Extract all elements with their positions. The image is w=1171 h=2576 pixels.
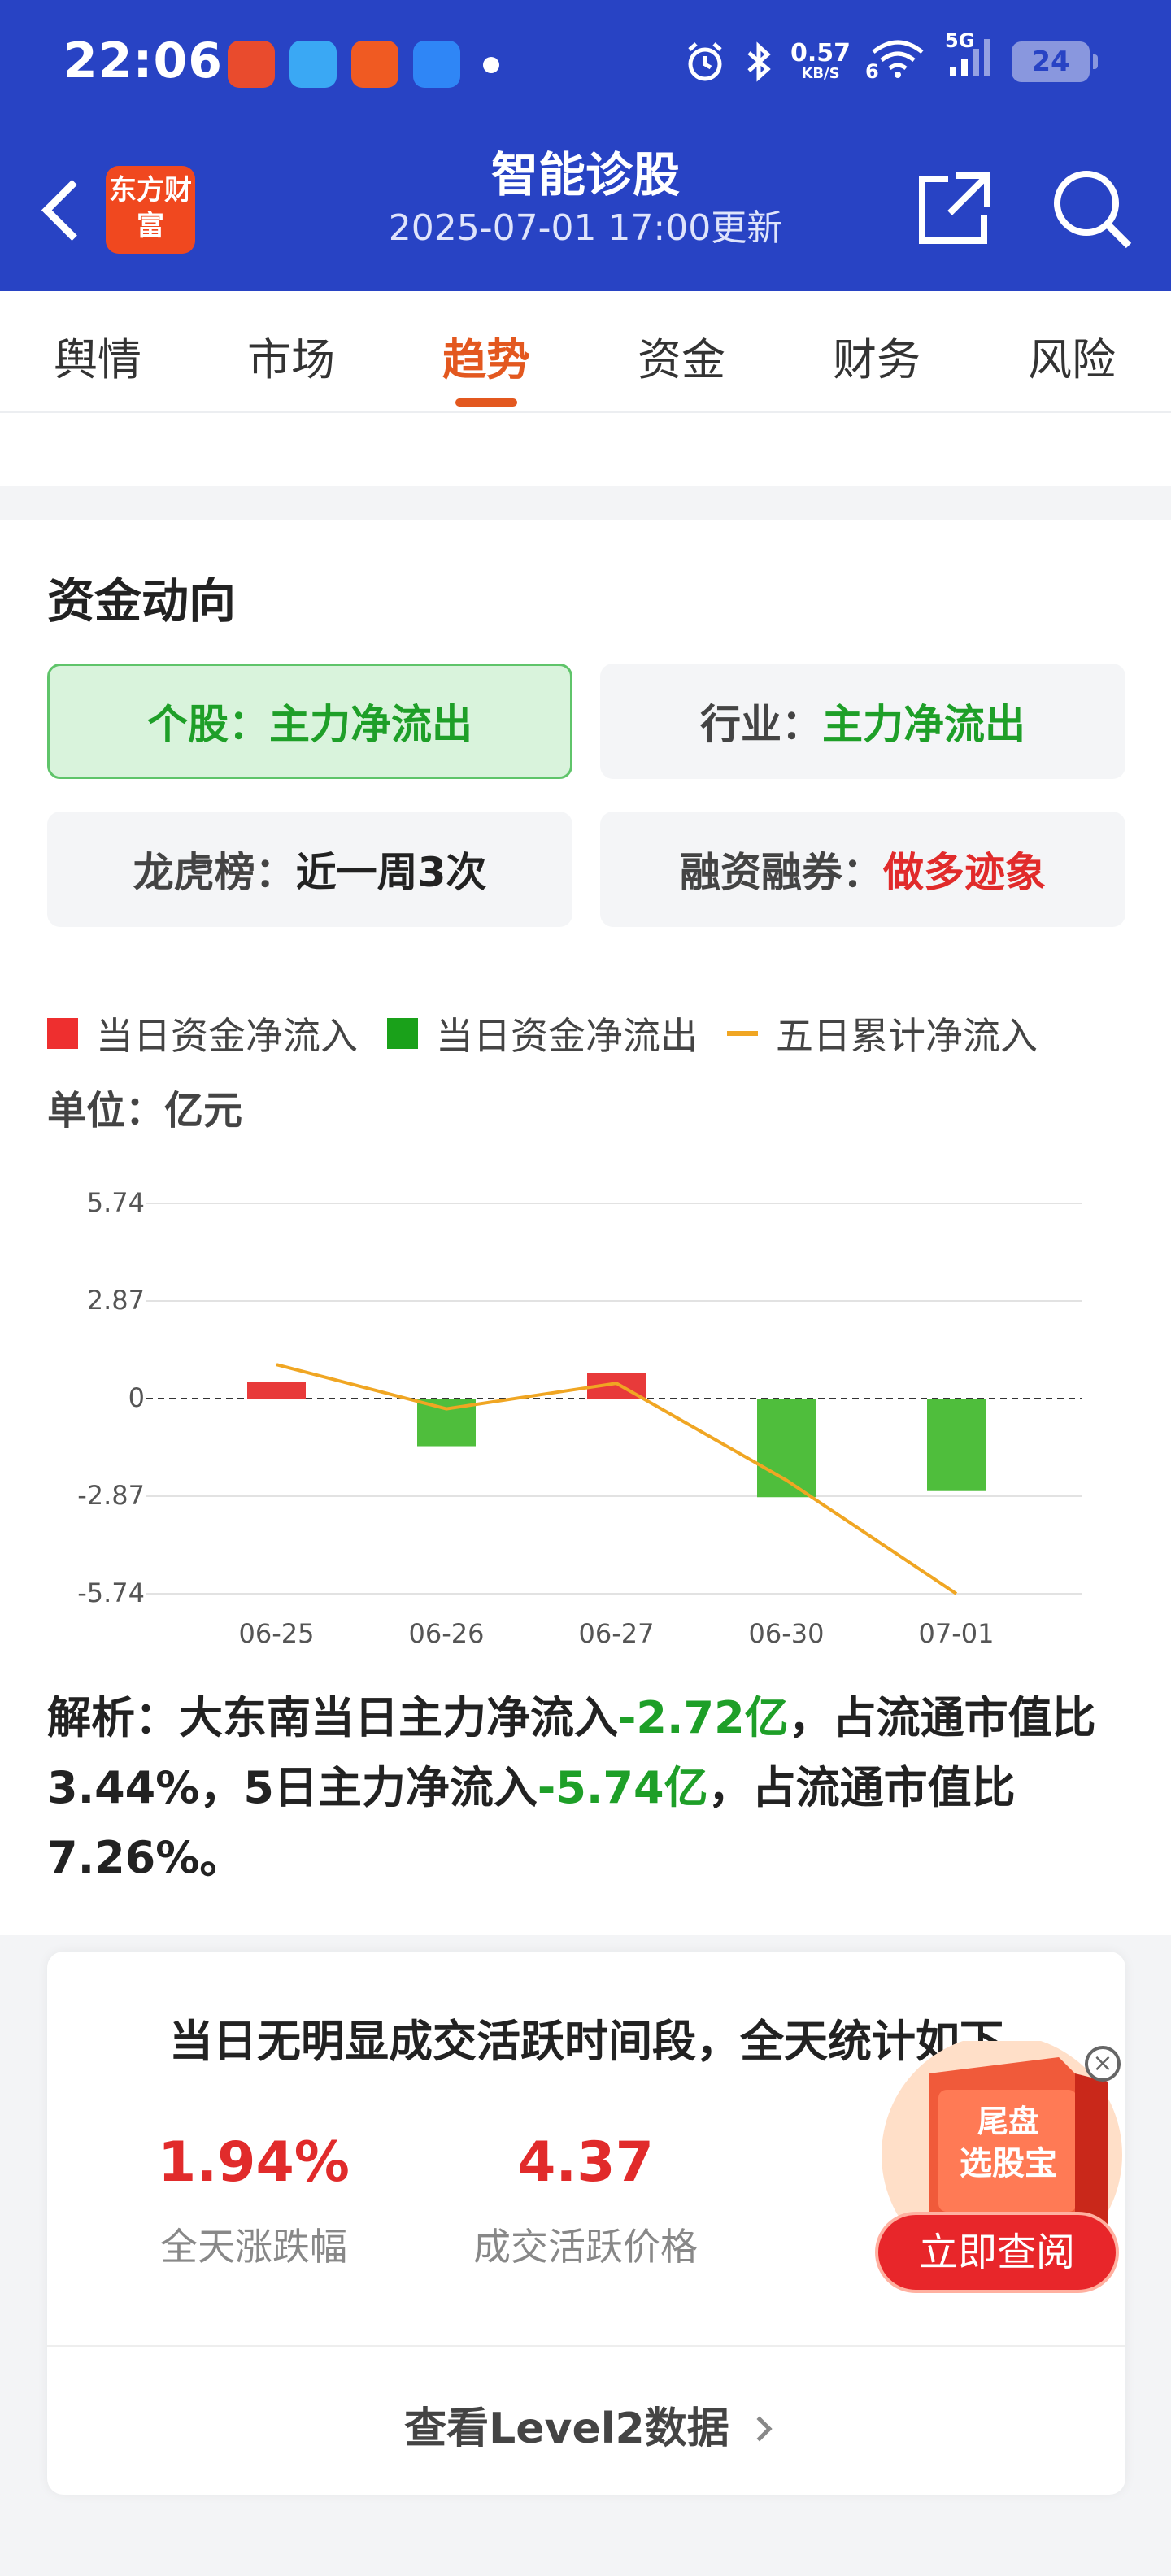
cell-signal: 5G (945, 29, 994, 88)
divider (47, 2345, 1125, 2347)
legend-cumulative-swatch (727, 1031, 758, 1036)
battery-indicator: 24 (1012, 41, 1098, 82)
stat-change: 1.94% 全天涨跌幅 (107, 2130, 400, 2271)
more-notifications-icon (483, 57, 499, 73)
legend-cumulative-label: 五日累计净流入 (776, 1014, 1038, 1058)
share-icon[interactable] (911, 168, 995, 252)
stock-flow-label: 个股： (147, 701, 269, 748)
app-header: 东方财富 智能诊股 2025-07-01 17:00更新 (0, 130, 1171, 291)
dragon-tiger-value: 近一周3次 (295, 849, 487, 896)
app-notification-icon (228, 41, 275, 88)
weather-icon (289, 41, 337, 88)
network-speed-value: 0.57 (790, 39, 851, 67)
news-app-icon (351, 41, 398, 88)
legend-outflow-swatch (387, 1018, 418, 1049)
level2-data-link[interactable]: 查看Level2数据 (47, 2394, 1125, 2455)
analysis-daily-flow: -2.72亿 (618, 1692, 789, 1743)
level2-link-label: 查看Level2数据 (404, 2404, 729, 2453)
stat-change-value: 1.94% (158, 2130, 350, 2195)
page-title: 智能诊股 (490, 147, 680, 202)
status-time: 22:06 (63, 33, 223, 89)
x-tick-label: 07-01 (919, 1618, 995, 1649)
y-tick-label: -5.74 (77, 1577, 145, 1608)
margin-trading-value: 做多迹象 (883, 849, 1046, 896)
previous-section-edge (0, 413, 1171, 486)
legend-outflow: 当日资金净流出 (387, 1007, 698, 1060)
tab-capital[interactable]: 资金 (600, 324, 763, 388)
bluetooth-icon (747, 41, 771, 82)
y-tick-label: 5.74 (87, 1187, 145, 1218)
promo-line2: 选股宝 (960, 2145, 1057, 2182)
legend-inflow: 当日资金净流入 (47, 1007, 358, 1060)
industry-flow-pill[interactable]: 行业： 主力净流出 (600, 664, 1125, 779)
bar-06-25 (247, 1382, 306, 1399)
y-tick-label: 2.87 (87, 1285, 145, 1316)
tab-finance[interactable]: 财务 (795, 324, 958, 388)
page-bottom (0, 2561, 1171, 2576)
wifi-indicator: 6 (865, 36, 927, 88)
network-speed: 0.57 KB/S (790, 41, 851, 82)
active-tab-indicator (455, 398, 517, 407)
margin-trading-pill[interactable]: 融资融券： 做多迹象 (600, 812, 1125, 927)
tab-sentiment[interactable]: 舆情 (16, 324, 179, 388)
y-tick-label: -2.87 (77, 1480, 145, 1511)
x-tick-label: 06-27 (579, 1618, 655, 1649)
search-icon[interactable] (1049, 166, 1134, 250)
margin-trading-label: 融资融券： (680, 849, 883, 896)
status-app-icons (228, 41, 499, 88)
bar-06-30 (757, 1399, 816, 1498)
status-bar: 22:06 0.57 KB/S 6 5G 24 (0, 0, 1171, 130)
x-tick-label: 06-26 (409, 1618, 485, 1649)
promo-button-label: 立即查阅 (919, 2230, 1075, 2275)
analysis-five-day-flow: -5.74亿 (537, 1762, 708, 1813)
dragon-tiger-label: 龙虎榜： (133, 849, 296, 896)
dragon-tiger-pill[interactable]: 龙虎榜： 近一周3次 (47, 812, 572, 927)
tab-bar: 舆情 市场 趋势 资金 财务 风险 (0, 291, 1171, 413)
tab-market[interactable]: 市场 (210, 324, 372, 388)
legend-cumulative: 五日累计净流入 (727, 1007, 1038, 1060)
legend-outflow-label: 当日资金净流出 (436, 1014, 698, 1058)
wifi-label: 6 (865, 60, 879, 83)
chart-legend: 当日资金净流入 当日资金净流出 五日累计净流入 (47, 1007, 1038, 1060)
capital-flow-card: 资金动向 个股： 主力净流出 行业： 主力净流出 龙虎榜： 近一周3次 融资融券： 做多… (0, 520, 1171, 1935)
stat-active-price-value: 4.37 (517, 2130, 654, 2195)
signal-label: 5G (945, 29, 975, 52)
files-app-icon (413, 41, 460, 88)
status-right: 0.57 KB/S 6 5G 24 (683, 29, 1098, 88)
stock-flow-value: 主力净流出 (269, 701, 472, 748)
stat-active-price: 4.37 成交活跃价格 (439, 2130, 732, 2271)
legend-inflow-swatch (47, 1018, 78, 1049)
bar-07-01 (927, 1399, 986, 1491)
alarm-icon (688, 42, 722, 81)
stock-flow-pill[interactable]: 个股： 主力净流出 (47, 664, 572, 779)
promo-close-icon[interactable]: × (1085, 2046, 1121, 2082)
stat-change-label: 全天涨跌幅 (160, 2225, 347, 2269)
stat-active-price-label: 成交活跃价格 (473, 2225, 698, 2269)
network-speed-unit: KB/S (801, 65, 840, 82)
chevron-right-icon (747, 2416, 773, 2442)
industry-flow-label: 行业： (700, 701, 822, 748)
x-tick-label: 06-30 (749, 1618, 825, 1649)
section-title: 资金动向 (47, 573, 237, 629)
promo-line1: 尾盘 (977, 2104, 1039, 2139)
tab-risk[interactable]: 风险 (990, 324, 1153, 388)
page-subtitle: 2025-07-01 17:00更新 (388, 207, 783, 249)
capital-flow-chart: 5.74 2.87 0 -2.87 -5.74 06-25 06-26 06-27 06-30 0… (77, 1187, 1082, 1649)
chart-unit-label: 单位：亿元 (47, 1088, 243, 1134)
analysis-text: 解析：大东南当日主力净流入-2.72亿，占流通市值比3.44%，5日主力净流入-… (47, 1683, 1129, 1893)
legend-inflow-label: 当日资金净流入 (96, 1014, 358, 1058)
industry-flow-value: 主力净流出 (822, 701, 1025, 748)
y-tick-label: 0 (128, 1382, 145, 1413)
x-tick-label: 06-25 (239, 1618, 315, 1649)
analysis-prefix: 解析：大东南当日主力净流入 (47, 1692, 618, 1743)
tab-trend[interactable]: 趋势 (405, 324, 568, 388)
